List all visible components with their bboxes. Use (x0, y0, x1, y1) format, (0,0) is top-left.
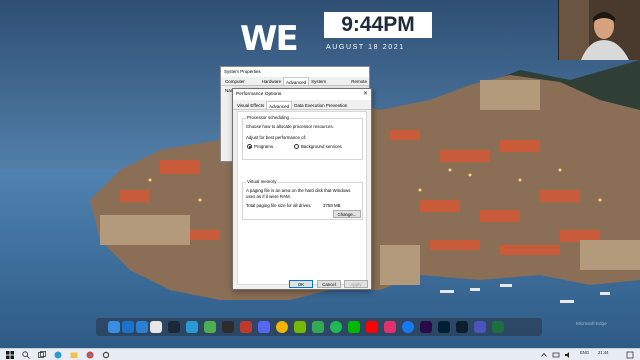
edge-icon[interactable] (186, 321, 198, 333)
game-icon[interactable] (204, 321, 216, 333)
taskbar-chrome-icon[interactable] (86, 351, 94, 359)
tab-advanced[interactable]: Advanced (283, 77, 310, 85)
line-icon[interactable] (348, 321, 360, 333)
media-icon[interactable] (240, 321, 252, 333)
tab-hardware[interactable]: Hardware (260, 77, 284, 85)
discord-icon[interactable] (258, 321, 270, 333)
explorer-icon[interactable] (108, 321, 120, 333)
steam-icon[interactable] (168, 321, 180, 333)
system-properties-tabs: Computer Name Hardware Advanced System P… (221, 77, 369, 93)
tab-visual-effects[interactable]: Visual Effects (235, 101, 266, 109)
youtube-icon[interactable] (366, 321, 378, 333)
tab-data-execution-prevention[interactable]: Data Execution Prevention (292, 101, 349, 109)
performance-options-dialog[interactable]: Performance Options ✕ Visual Effects Adv… (232, 88, 372, 290)
taskbar-clock[interactable]: 21:44 (598, 350, 608, 355)
performance-options-titlebar: Performance Options ✕ (233, 89, 371, 100)
photoshop-icon[interactable] (438, 321, 450, 333)
taskbar: ENG 21:44 (0, 348, 640, 360)
taskbar-explorer-icon[interactable] (70, 351, 78, 359)
adjust-label: Adjust for best performance of: (246, 135, 307, 140)
language-indicator[interactable]: ENG (580, 350, 589, 355)
performance-options-tabs: Visual Effects Advanced Data Execution P… (233, 101, 371, 110)
system-properties-title: System Properties (221, 67, 369, 77)
mail-icon[interactable] (136, 321, 148, 333)
tab-remote[interactable]: Remote (349, 77, 369, 85)
maps-icon[interactable] (312, 321, 324, 333)
widget-date: AUGUST 18 2021 (326, 44, 405, 51)
calendar-icon[interactable] (150, 321, 162, 333)
edge-watermark: Microsoft Edge (576, 321, 607, 326)
excel-icon[interactable] (492, 321, 504, 333)
virtual-memory-group: Virtual memory A paging file is an area … (242, 179, 363, 220)
terminal-icon[interactable] (222, 321, 234, 333)
volume-icon[interactable] (564, 351, 572, 359)
advanced-panel: Processor scheduling Choose how to alloc… (237, 111, 367, 285)
virtual-memory-legend: Virtual memory (246, 179, 278, 185)
task-view-icon[interactable] (38, 351, 46, 359)
tab-system-protection[interactable]: System Protection (309, 77, 349, 93)
virtual-memory-description: A paging file is an area on the hard dis… (246, 188, 351, 199)
chevron-up-icon[interactable] (540, 351, 548, 359)
taskbar-edge-icon[interactable] (54, 351, 62, 359)
change-button[interactable]: Change... (333, 210, 361, 218)
windows-start-icon[interactable] (6, 351, 14, 359)
notification-icon[interactable] (626, 351, 634, 359)
close-icon[interactable]: ✕ (363, 89, 368, 100)
total-paging-label: Total paging file size for all drives: (246, 203, 312, 208)
teams-icon[interactable] (474, 321, 486, 333)
lightroom-icon[interactable] (456, 321, 468, 333)
processor-scheduling-group: Processor scheduling Choose how to alloc… (242, 115, 363, 160)
processor-scheduling-description: Choose how to allocate processor resourc… (246, 124, 334, 129)
processor-scheduling-legend: Processor scheduling (246, 115, 290, 121)
ok-button[interactable]: OK (289, 280, 313, 288)
webcam-overlay (558, 0, 640, 60)
nvidia-icon[interactable] (294, 321, 306, 333)
background-services-label[interactable]: Background services (301, 144, 342, 150)
programs-label[interactable]: Programs (254, 144, 273, 150)
widget-logo: WE (240, 19, 299, 59)
premiere-icon[interactable] (420, 321, 432, 333)
cancel-button[interactable]: Cancel (317, 280, 341, 288)
search-icon[interactable] (22, 351, 30, 359)
tab-advanced[interactable]: Advanced (266, 101, 293, 109)
programs-radio[interactable] (247, 144, 252, 149)
apply-button[interactable]: Apply (344, 280, 368, 288)
taskbar-settings-icon[interactable] (102, 351, 110, 359)
network-icon[interactable] (552, 351, 560, 359)
spotify-icon[interactable] (330, 321, 342, 333)
total-paging-value: 3758 MB (323, 203, 341, 208)
tab-computer-name[interactable]: Computer Name (223, 77, 260, 93)
background-services-radio[interactable] (294, 144, 299, 149)
widget-time: 9:44PM (324, 12, 432, 38)
chrome-icon[interactable] (276, 321, 288, 333)
store-icon[interactable] (122, 321, 134, 333)
facebook-icon[interactable] (402, 321, 414, 333)
opera-icon[interactable] (384, 321, 396, 333)
performance-options-title: Performance Options (236, 92, 282, 97)
